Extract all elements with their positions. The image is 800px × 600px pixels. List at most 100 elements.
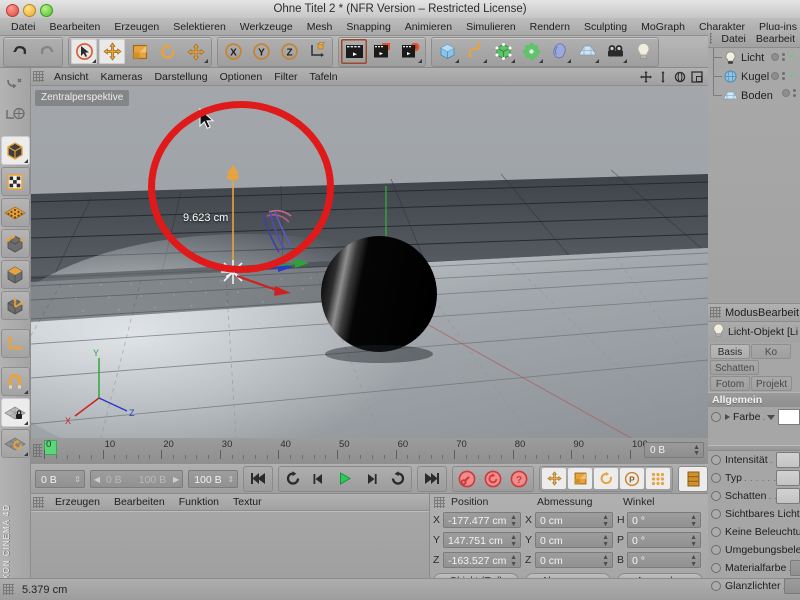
stepper-icon[interactable]: ▲▼	[602, 534, 609, 548]
menu-item-werkzeuge[interactable]: Werkzeuge	[233, 19, 300, 35]
menu-item-simulieren[interactable]: Simulieren	[459, 19, 523, 35]
param-toggle-radio[interactable]	[711, 563, 721, 573]
range-left-arrow-icon[interactable]: ◀	[94, 471, 100, 489]
param-value-field[interactable]	[790, 560, 800, 576]
visibility-dot[interactable]	[793, 94, 796, 97]
stepper-icon[interactable]: ▲▼	[510, 554, 517, 568]
chevron-down-icon[interactable]	[767, 415, 775, 420]
global-axis-icon[interactable]	[2, 100, 29, 127]
stepper-icon[interactable]: ⇕	[74, 471, 81, 489]
menu-item-erzeugen[interactable]: Erzeugen	[107, 19, 166, 35]
param-toggle-radio[interactable]	[711, 491, 721, 501]
viewport-menu-darstellung[interactable]: Darstellung	[148, 69, 213, 85]
visibility-dot[interactable]	[782, 53, 785, 56]
menu-item-bearbeiten[interactable]: Bearbeiten	[43, 19, 108, 35]
render-settings-icon[interactable]	[397, 39, 423, 64]
undo-button[interactable]	[6, 39, 32, 64]
pan-icon[interactable]	[639, 70, 653, 84]
edges-mode-icon[interactable]	[1, 229, 30, 258]
render-region-icon[interactable]	[369, 39, 395, 64]
panel-grip-icon[interactable]	[33, 444, 42, 457]
dolly-icon[interactable]	[656, 70, 670, 84]
axis-y-icon[interactable]: Y	[248, 39, 274, 64]
anim-preview-range[interactable]: ◀ 0 B 100 B ▶	[90, 470, 183, 488]
menu-item-selektieren[interactable]: Selektieren	[166, 19, 233, 35]
prev-key-icon[interactable]	[281, 468, 305, 489]
timeline-toggle-icon[interactable]	[681, 468, 705, 489]
points-mode-icon[interactable]	[1, 198, 30, 227]
maximize-view-icon[interactable]	[690, 70, 704, 84]
stepper-icon[interactable]: ▲▼	[510, 514, 517, 528]
object-manager-menu-datei[interactable]: Datei	[716, 31, 751, 47]
magnet-snap-icon[interactable]	[1, 367, 30, 396]
param-toggle-radio[interactable]	[711, 545, 721, 555]
angle-h-field[interactable]: 0 °▲▼	[627, 512, 701, 528]
viewport-menu-kameras[interactable]: Kameras	[94, 69, 148, 85]
move-alt-icon[interactable]	[183, 39, 209, 64]
panel-grip-icon[interactable]	[710, 307, 721, 318]
world-axis-icon[interactable]	[304, 39, 330, 64]
visibility-dot[interactable]	[782, 72, 785, 75]
viewport-3d-canvas[interactable]: Y Z X Zentralperspektive 9.623 cm	[31, 86, 708, 438]
param-value-field[interactable]	[776, 452, 800, 468]
param-row-keine-beleuchtung[interactable]: Keine Beleuchtung. . . . . . .	[708, 523, 800, 541]
size-y-field[interactable]: 0 cm▲▼	[535, 532, 613, 548]
visibility-dot[interactable]	[771, 72, 779, 80]
material-menu-erzeugen[interactable]: Erzeugen	[48, 495, 107, 510]
coordinate-system-icon[interactable]	[1, 329, 30, 358]
key-rotation-icon[interactable]	[594, 468, 618, 489]
menu-item-sculpting[interactable]: Sculpting	[577, 19, 634, 35]
polygons-mode-icon[interactable]	[1, 260, 30, 289]
stepper-icon[interactable]: ▲▼	[693, 445, 700, 457]
move-icon[interactable]	[99, 39, 125, 64]
panel-grip-icon[interactable]	[434, 497, 445, 508]
stepper-icon[interactable]: ▲▼	[690, 514, 697, 528]
material-menu-bearbeiten[interactable]: Bearbeiten	[107, 495, 172, 510]
next-key-icon[interactable]	[385, 468, 409, 489]
param-row-sichtbares-licht[interactable]: Sichtbares Licht. . . . . . .	[708, 505, 800, 523]
expand-triangle-icon[interactable]	[725, 414, 730, 420]
object-manager-menu-bearbeit[interactable]: Bearbeit	[751, 31, 800, 47]
stepper-icon[interactable]: ▲▼	[690, 554, 697, 568]
param-toggle-radio[interactable]	[711, 509, 721, 519]
material-menu-funktion[interactable]: Funktion	[172, 495, 226, 510]
lock-workplane-icon[interactable]	[1, 398, 30, 427]
anim-end-field[interactable]: 100 B ⇕	[188, 470, 238, 488]
autokey-icon[interactable]	[481, 468, 505, 489]
live-selection-icon[interactable]	[71, 39, 97, 64]
stepper-icon[interactable]: ▲▼	[602, 514, 609, 528]
attribute-manager-menu-bearbeit[interactable]: Bearbeit	[758, 307, 799, 319]
param-value-field[interactable]	[784, 578, 800, 594]
viewport-menu-tafeln[interactable]: Tafeln	[304, 69, 344, 85]
object-row-licht[interactable]: Licht✓	[708, 48, 800, 67]
axis-z-icon[interactable]: Z	[276, 39, 302, 64]
range-right-arrow-icon[interactable]: ▶	[173, 471, 179, 489]
param-value-field[interactable]	[776, 488, 800, 504]
object-axis-icon[interactable]	[1, 291, 30, 320]
menu-item-snapping[interactable]: Snapping	[339, 19, 397, 35]
param-row-materialfarbe[interactable]: Materialfarbe. . . . . . .	[708, 559, 800, 577]
position-y-field[interactable]: 147.751 cm▲▼	[443, 532, 521, 548]
enabled-check-icon[interactable]: ✓	[788, 70, 796, 81]
render-view-icon[interactable]	[341, 39, 367, 64]
key-question-icon[interactable]: ?	[507, 468, 531, 489]
panel-grip-icon[interactable]	[3, 584, 14, 595]
attribute-tab-projekt[interactable]: Projekt	[751, 376, 792, 391]
param-row-glanzlichter[interactable]: Glanzlichter. . . . . . .	[708, 577, 800, 595]
undo-view-icon[interactable]	[2, 71, 29, 98]
color-swatch[interactable]	[778, 409, 800, 425]
param-row-umgebungsbeleu[interactable]: Umgebungsbeleu. . . . . . .	[708, 541, 800, 559]
step-back-icon[interactable]	[307, 468, 331, 489]
nurbs-icon[interactable]	[490, 39, 516, 64]
texture-mode-icon[interactable]	[1, 167, 30, 196]
model-mode-icon[interactable]	[1, 136, 30, 165]
key-pla-icon[interactable]: P	[620, 468, 644, 489]
visibility-toggle-dots[interactable]	[782, 53, 785, 61]
camera-icon[interactable]	[602, 39, 628, 64]
floor-icon[interactable]	[574, 39, 600, 64]
timeline-ruler[interactable]: 0102030405060708090100	[44, 438, 638, 464]
key-position-icon[interactable]	[542, 468, 566, 489]
play-icon[interactable]	[333, 468, 357, 489]
rotate-icon[interactable]	[155, 39, 181, 64]
param-row-farbe[interactable]: Farbe . . . . .	[708, 407, 800, 427]
